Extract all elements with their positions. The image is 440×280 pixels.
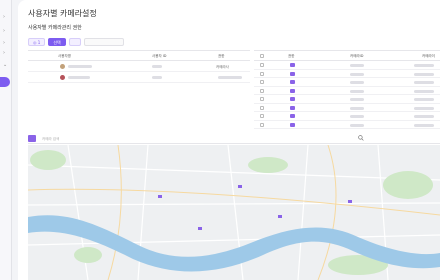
map-canvas[interactable] [28, 145, 440, 280]
camera-id-cell [350, 64, 364, 67]
camera-id-cell [350, 106, 364, 110]
camera-table: 권한 카메라ID 카메라이 [254, 50, 440, 130]
camera-id-cell [350, 89, 364, 93]
role-cell [218, 76, 242, 79]
row-checkbox[interactable] [260, 105, 264, 110]
camera-icon [290, 105, 295, 110]
left-rail: › › › › ⌄ [0, 0, 12, 280]
user-name-cell [68, 76, 90, 79]
role-cell: 카메라사 [216, 64, 229, 69]
row-checkbox[interactable] [260, 114, 264, 118]
tab-2[interactable] [68, 38, 81, 46]
table-row[interactable] [254, 104, 440, 112]
camera-icon [290, 88, 295, 93]
camera-icon [290, 97, 295, 101]
chevron-down-icon[interactable]: ⌄ [3, 62, 9, 68]
camera-name-cell [414, 72, 434, 76]
app-frame: › › › › ⌄ 사용자별 카메라설정 사용자별 카메라관리 권한 ◎ 1 선… [0, 0, 440, 280]
camera-name-cell [414, 81, 434, 84]
city-map[interactable] [28, 145, 440, 280]
user-name-cell [68, 65, 92, 68]
user-count-icon: ◎ [33, 40, 37, 45]
camera-name-cell [414, 64, 434, 67]
row-checkbox[interactable] [260, 71, 264, 76]
map-header: 카메라 검색 [28, 134, 440, 144]
row-checkbox[interactable] [260, 97, 264, 101]
table-row[interactable] [254, 61, 440, 70]
select-all-checkbox[interactable] [260, 54, 264, 58]
chevron-right-icon[interactable]: › [3, 40, 9, 46]
camera-name-cell [414, 98, 434, 101]
camera-name-cell [414, 115, 434, 118]
camera-id-cell [350, 72, 364, 76]
table-row[interactable] [254, 87, 440, 95]
camera-icon [290, 80, 295, 84]
table-row[interactable] [254, 112, 440, 121]
camera-name-cell [414, 89, 434, 93]
col-camera-name: 카메라이 [422, 54, 435, 58]
table-row[interactable] [254, 70, 440, 78]
toolbar: ◎ 1 선택 [28, 38, 124, 48]
table-row[interactable] [254, 121, 440, 129]
search-input[interactable] [83, 38, 124, 46]
table-row[interactable] [28, 72, 250, 83]
camera-id-cell [350, 98, 364, 101]
row-checkbox[interactable] [260, 63, 264, 67]
search-icon[interactable] [358, 135, 364, 141]
camera-icon [290, 114, 295, 118]
avatar [60, 75, 65, 80]
select-tab[interactable]: 선택 [48, 38, 66, 46]
active-nav-indicator[interactable] [0, 77, 10, 87]
map-search-input[interactable]: 카메라 검색 [42, 136, 362, 142]
col-user-name: 사용자명 [58, 54, 71, 58]
row-checkbox[interactable] [260, 80, 264, 84]
table-row[interactable] [254, 95, 440, 104]
camera-icon [290, 122, 295, 127]
col-role: 권한 [218, 54, 225, 58]
page-title: 사용자별 카메라설정 [28, 9, 97, 18]
avatar [60, 64, 65, 69]
camera-id-cell [350, 81, 364, 84]
count-chip[interactable]: ◎ 1 [28, 38, 46, 46]
users-table: 사용자명 사용자 ID 권한 카메라사 [28, 50, 250, 130]
user-id-cell [152, 76, 162, 79]
camera-icon [28, 135, 36, 142]
table-row[interactable] [254, 78, 440, 87]
camera-name-cell [414, 123, 434, 127]
camera-id-cell [350, 115, 364, 118]
user-id-cell [152, 65, 162, 68]
row-checkbox[interactable] [260, 88, 264, 93]
camera-icon [290, 63, 295, 67]
chevron-right-icon[interactable]: › [3, 28, 9, 34]
row-checkbox[interactable] [260, 122, 264, 127]
camera-icon [290, 71, 295, 76]
users-table-header: 사용자명 사용자 ID 권한 [28, 51, 250, 61]
camera-name-cell [414, 106, 434, 110]
table-row[interactable]: 카메라사 [28, 61, 250, 72]
col-user-id: 사용자 ID [152, 54, 167, 58]
chevron-right-icon[interactable]: › [3, 50, 9, 56]
camera-id-cell [350, 123, 364, 127]
camera-table-header: 권한 카메라ID 카메라이 [254, 51, 440, 61]
chevron-right-icon[interactable]: › [3, 14, 9, 20]
col-camera-id: 카메라ID [350, 54, 364, 58]
col-permission: 권한 [288, 54, 295, 58]
camera-rows [254, 61, 440, 129]
section-subtitle: 사용자별 카메라관리 권한 [28, 25, 82, 31]
